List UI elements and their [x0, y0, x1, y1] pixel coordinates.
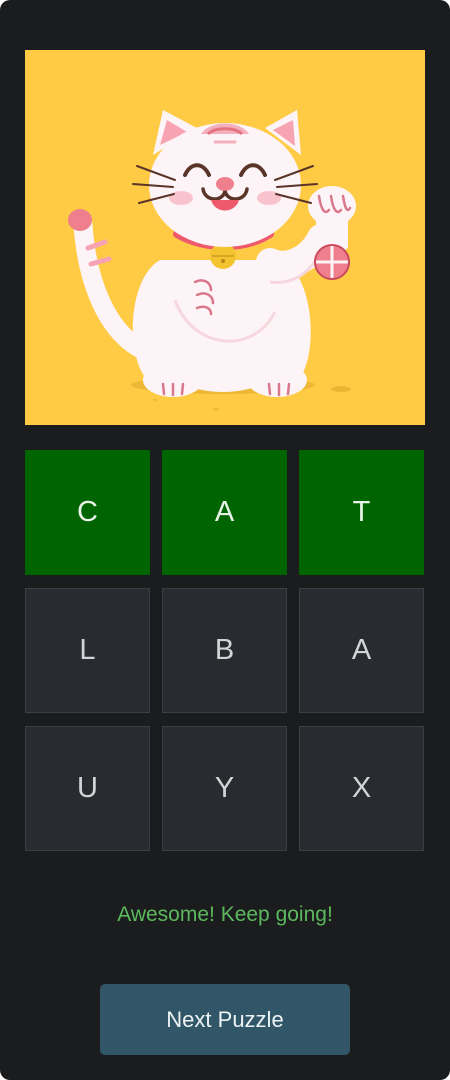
letter-grid: C A T L B A U Y X — [25, 450, 425, 851]
game-container: C A T L B A U Y X Awesome! Keep going! N… — [0, 0, 450, 1080]
letter-tile[interactable]: U — [25, 726, 150, 851]
next-puzzle-button[interactable]: Next Puzzle — [100, 984, 350, 1055]
lucky-cat-icon — [25, 50, 425, 425]
feedback-message: Awesome! Keep going! — [117, 903, 333, 926]
letter-tile[interactable]: B — [162, 588, 287, 713]
letter-tile[interactable]: L — [25, 588, 150, 713]
letter-tile[interactable]: A — [162, 450, 287, 575]
letter-tile[interactable]: Y — [162, 726, 287, 851]
puzzle-image — [25, 50, 425, 425]
letter-tile[interactable]: T — [299, 450, 424, 575]
letter-tile[interactable]: A — [299, 588, 424, 713]
letter-tile[interactable]: C — [25, 450, 150, 575]
letter-tile[interactable]: X — [299, 726, 424, 851]
